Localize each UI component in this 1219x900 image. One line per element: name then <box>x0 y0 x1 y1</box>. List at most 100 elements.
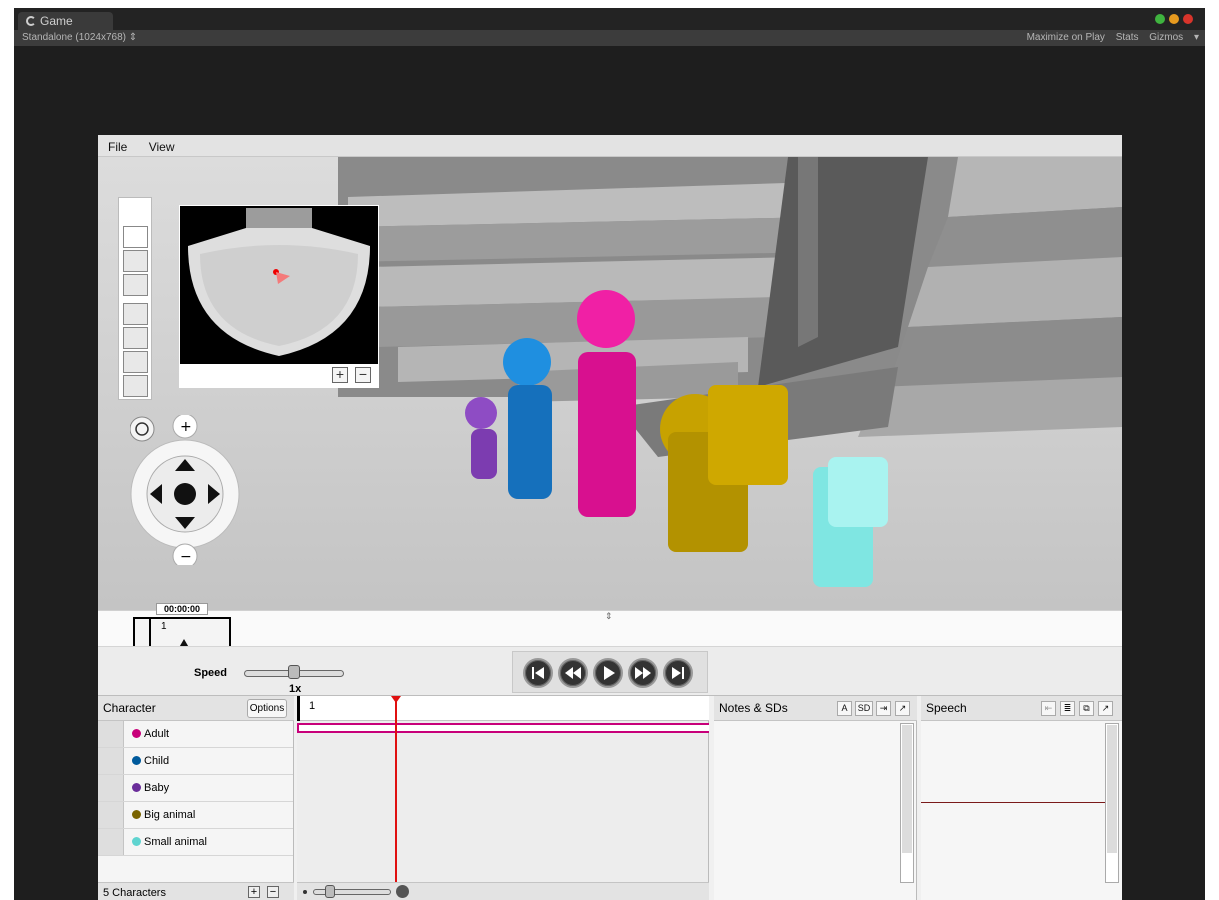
minimap[interactable]: + − <box>179 205 379 388</box>
notes-header: Notes & SDs A SD ⇥ ↗ <box>714 696 917 721</box>
skip-to-start-button[interactable] <box>523 658 553 688</box>
minimize-icon[interactable] <box>1169 14 1179 24</box>
minimap-bar: + − <box>180 364 378 388</box>
tab-bar: Game <box>14 8 1205 30</box>
speech-header: Speech ⇤ ≣ ⧉ ↗ <box>921 696 1122 721</box>
boom-icon[interactable] <box>123 303 148 325</box>
resolution-dropdown[interactable]: Standalone (1024x768) ⇕ <box>22 30 137 46</box>
app: File View + − + − 00:00:00 1 ⇕ Speed 1x … <box>98 135 1122 900</box>
character-count: 5 Characters <box>103 887 166 899</box>
character-color-dot <box>132 837 141 846</box>
close-icon[interactable] <box>1183 14 1193 24</box>
timeline-playhead[interactable] <box>395 696 397 882</box>
gizmos-chevron-icon[interactable]: ▾ <box>1194 32 1199 43</box>
character-name: Baby <box>144 782 170 794</box>
character-row[interactable]: Small animal <box>98 829 293 856</box>
time-badge: 00:00:00 <box>156 603 208 615</box>
duplicate-icon[interactable]: ⧉ <box>1079 701 1094 716</box>
timeline-ruler[interactable]: 1 <box>297 696 709 721</box>
skip-to-end-button[interactable] <box>663 658 693 688</box>
resize-handle-icon[interactable]: ⇕ <box>605 611 613 622</box>
add-character-button[interactable]: + <box>248 886 260 898</box>
character-row[interactable]: Baby <box>98 775 293 802</box>
tab-game[interactable]: Game <box>18 12 113 30</box>
speed-label: Speed <box>194 667 228 679</box>
track-icon[interactable] <box>123 375 148 397</box>
options-button[interactable]: Options <box>247 699 287 718</box>
game-toolbar: Standalone (1024x768) ⇕ Maximize on Play… <box>14 30 1205 46</box>
path-icon[interactable] <box>98 748 124 774</box>
play-button[interactable] <box>593 658 623 688</box>
outdent-icon[interactable]: ⇤ <box>1041 701 1056 716</box>
character-name: Small animal <box>144 836 207 848</box>
speech-header-label: Speech <box>926 701 967 715</box>
bottom-panels: Character Options Adult Child Baby Big a… <box>98 695 1122 900</box>
tab-label: Game <box>40 14 73 28</box>
scrubber-frame: 1 <box>161 621 167 632</box>
notes-header-label: Notes & SDs <box>719 701 788 715</box>
path-icon[interactable] <box>98 829 124 855</box>
path-icon[interactable] <box>98 775 124 801</box>
zoom-out-button[interactable]: − <box>355 367 371 383</box>
character-header: Character Options <box>98 696 294 721</box>
adult-track-clip[interactable] <box>297 723 709 733</box>
zoom-in-button[interactable]: + <box>332 367 348 383</box>
character-footer: 5 Characters + − <box>98 882 294 900</box>
menu-file[interactable]: File <box>108 140 127 154</box>
notes-scrollbar[interactable] <box>900 723 914 883</box>
timeline-start-marker <box>297 696 300 721</box>
playback-bar: Speed 1x <box>98 646 1122 695</box>
navigation-controls: + − <box>130 415 240 565</box>
scrubber[interactable]: 00:00:00 1 ⇕ <box>98 603 1122 653</box>
character-color-dot <box>132 756 141 765</box>
notes-panel: Notes & SDs A SD ⇥ ↗ <box>714 696 917 900</box>
target-icon[interactable] <box>123 250 148 272</box>
dolly-icon[interactable] <box>123 351 148 373</box>
speech-marker-line <box>921 802 1105 803</box>
scene-viewport[interactable]: + − + − <box>98 157 1122 610</box>
transport-controls <box>512 651 708 693</box>
character-row[interactable]: Child <box>98 748 293 775</box>
camera-tool-strip <box>118 197 152 400</box>
rewind-button[interactable] <box>558 658 588 688</box>
camera-icon[interactable] <box>123 226 148 248</box>
character-color-dot <box>132 729 141 738</box>
maximize-on-play-toggle[interactable]: Maximize on Play <box>1027 32 1105 43</box>
fast-forward-button[interactable] <box>628 658 658 688</box>
character-name: Adult <box>144 728 170 740</box>
menu-view[interactable]: View <box>149 140 175 154</box>
remove-character-button[interactable]: − <box>267 886 279 898</box>
svg-text:−: − <box>180 549 192 565</box>
character-row[interactable]: Big animal <box>98 802 293 829</box>
zoom-min-icon <box>303 890 307 894</box>
character-name: Child <box>144 755 170 767</box>
timeline-footer <box>297 882 709 900</box>
speed-slider-knob[interactable] <box>288 665 300 679</box>
path-icon[interactable] <box>98 721 124 747</box>
expand-icon[interactable]: ↗ <box>895 701 910 716</box>
expand-icon[interactable]: ↗ <box>1098 701 1113 716</box>
zoom-icon[interactable] <box>1155 14 1165 24</box>
timeline-zoom-knob[interactable] <box>325 885 335 898</box>
character-panel: Character Options Adult Child Baby Big a… <box>98 696 294 900</box>
insert-icon[interactable]: ⇥ <box>876 701 891 716</box>
speech-scroll-thumb[interactable] <box>1107 725 1117 853</box>
playhead-handle-icon[interactable] <box>391 696 401 703</box>
notes-scroll-thumb[interactable] <box>902 725 912 853</box>
list-icon[interactable]: ≣ <box>1060 701 1075 716</box>
speech-scrollbar[interactable] <box>1105 723 1119 883</box>
gizmos-dropdown[interactable]: Gizmos <box>1149 32 1183 43</box>
stats-toggle[interactable]: Stats <box>1116 32 1139 43</box>
path-icon[interactable] <box>123 274 148 296</box>
notes-sd-button[interactable]: SD <box>855 701 873 716</box>
zoom-max-icon <box>396 885 409 898</box>
speed-value: 1x <box>289 683 302 695</box>
notes-a-button[interactable]: A <box>837 701 852 716</box>
path-icon[interactable] <box>98 802 124 828</box>
minimap-view <box>188 208 370 356</box>
nav-pad: + − <box>130 415 240 565</box>
character-row[interactable]: Adult <box>98 721 293 748</box>
speech-panel: Speech ⇤ ≣ ⧉ ↗ <box>921 696 1122 900</box>
timeline-panel[interactable]: 1 <box>297 696 709 900</box>
crane-icon[interactable] <box>123 327 148 349</box>
